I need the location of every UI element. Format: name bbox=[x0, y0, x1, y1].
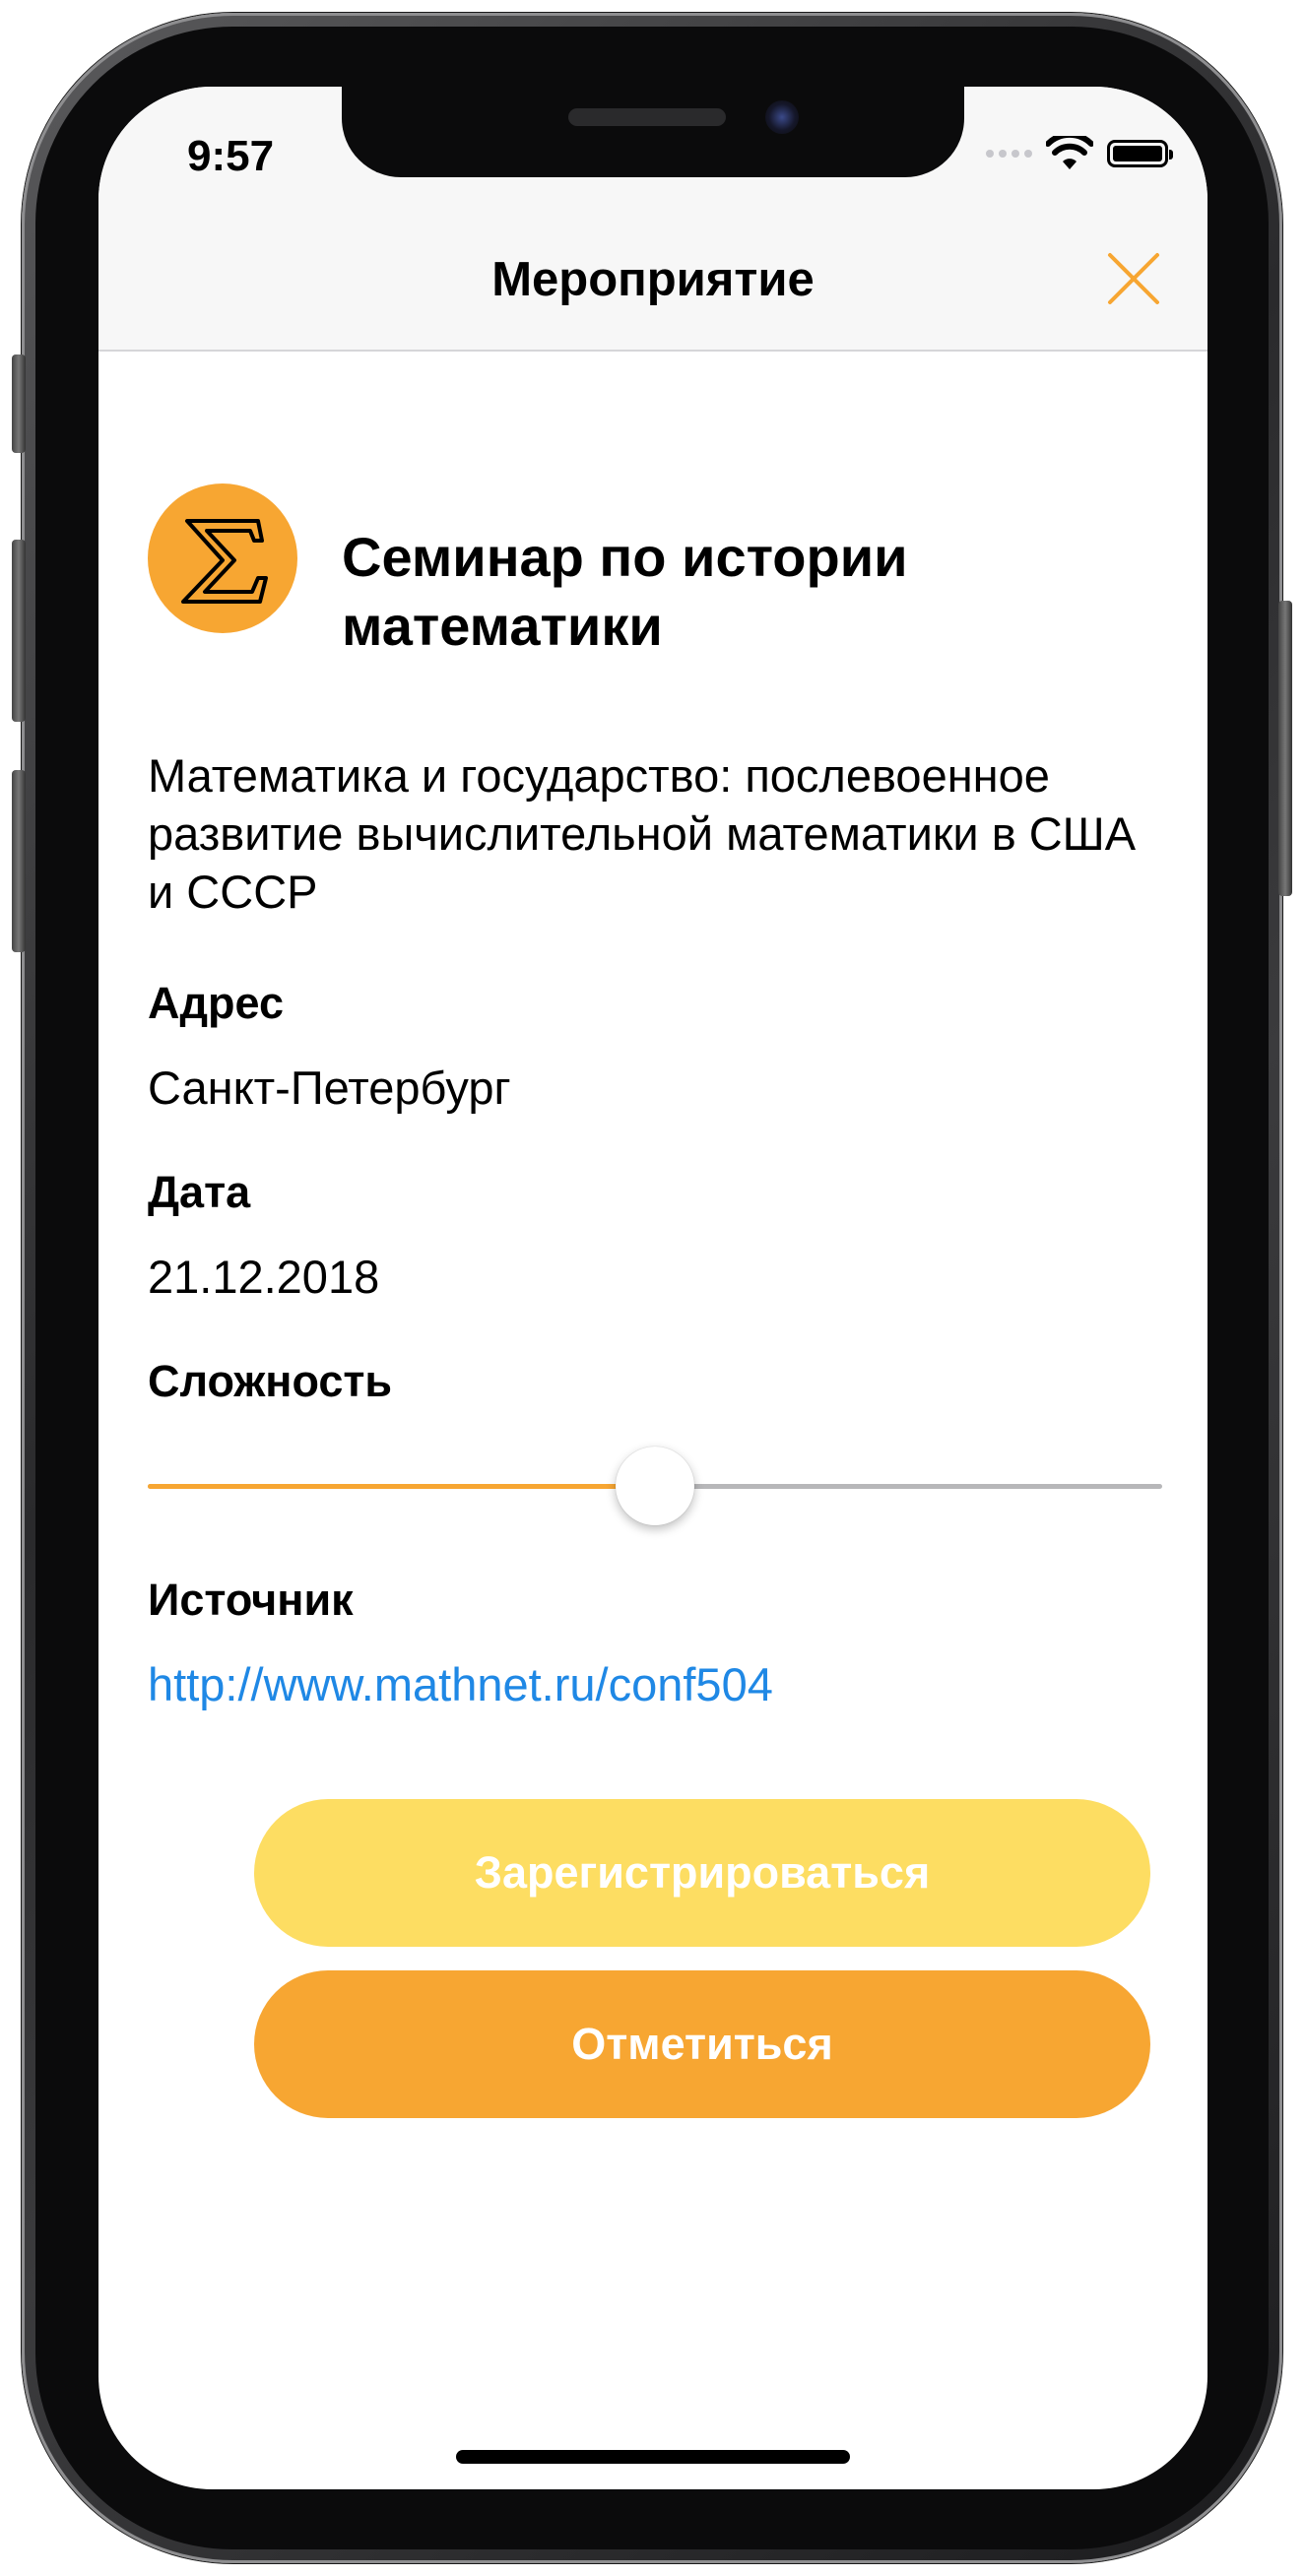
event-header: Семинар по истории математики bbox=[148, 483, 1162, 657]
check-in-button[interactable]: Отметиться bbox=[254, 1970, 1150, 2118]
source-label: Источник bbox=[148, 1575, 354, 1625]
address-label: Адрес bbox=[148, 978, 285, 1028]
home-indicator[interactable] bbox=[456, 2450, 850, 2464]
source-link[interactable]: http://www.mathnet.ru/conf504 bbox=[148, 1657, 773, 1711]
difficulty-slider[interactable] bbox=[148, 1447, 1162, 1525]
close-button[interactable] bbox=[1099, 244, 1168, 313]
volume-down-button bbox=[12, 770, 26, 952]
battery-icon bbox=[1107, 140, 1173, 167]
power-button bbox=[1278, 601, 1292, 896]
slider-fill bbox=[148, 1484, 655, 1489]
wifi-icon bbox=[1046, 136, 1093, 169]
notch bbox=[342, 87, 964, 177]
page-title: Мероприятие bbox=[491, 253, 815, 306]
volume-up-button bbox=[12, 540, 26, 722]
close-icon bbox=[1108, 253, 1159, 304]
status-time: 9:57 bbox=[187, 132, 275, 180]
register-button[interactable]: Зарегистрироваться bbox=[254, 1799, 1150, 1947]
address-value: Санкт-Петербург bbox=[148, 1062, 511, 1114]
status-icons bbox=[986, 136, 1173, 171]
event-title: Семинар по истории математики bbox=[342, 526, 908, 657]
mute-switch bbox=[12, 354, 26, 453]
screen: 9:57 Мероприятие Семинар по истории мате… bbox=[98, 87, 1207, 2489]
difficulty-label: Сложность bbox=[148, 1356, 393, 1406]
event-description: Математика и государство: послевоенное р… bbox=[148, 749, 1137, 918]
speaker-grille bbox=[568, 108, 726, 126]
front-camera bbox=[765, 100, 799, 134]
cellular-signal-icon bbox=[986, 150, 1032, 158]
date-label: Дата bbox=[148, 1167, 251, 1217]
event-logo bbox=[148, 483, 297, 633]
date-value: 21.12.2018 bbox=[148, 1251, 380, 1303]
sigma-icon bbox=[181, 519, 268, 604]
slider-thumb[interactable] bbox=[616, 1447, 694, 1525]
